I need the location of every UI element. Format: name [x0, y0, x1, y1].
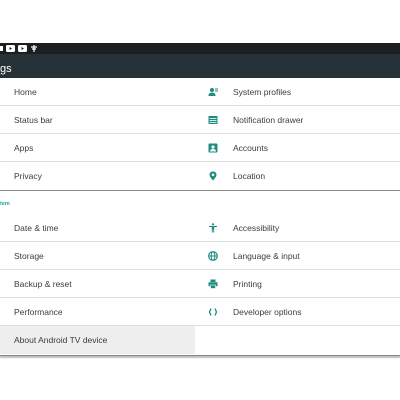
profiles-icon [208, 88, 218, 96]
settings-item-label: Printing [233, 279, 262, 289]
settings-item-backup-reset[interactable]: Backup & reset [0, 270, 195, 298]
row-divider [0, 297, 400, 298]
settings-item-location[interactable]: Location [195, 162, 400, 190]
notification-icon [0, 46, 3, 51]
system-settings-card: tem Date & time Storage Backup & reset P… [0, 191, 400, 356]
row-divider [0, 133, 400, 134]
settings-item-label: System profiles [233, 87, 292, 97]
settings-item-label: Apps [14, 143, 34, 153]
personal-settings-card: Home Status bar Apps Privacy System prof… [0, 78, 400, 191]
settings-item-label: Home [14, 87, 37, 97]
settings-item-label: Performance [14, 307, 63, 317]
row-divider [0, 105, 400, 106]
settings-item-status-bar[interactable]: Status bar [0, 106, 195, 134]
code-braces-icon [208, 308, 218, 316]
row-divider [0, 269, 400, 270]
row-divider [0, 161, 400, 162]
settings-item-label: Date & time [14, 223, 59, 233]
settings-item-accessibility[interactable]: Accessibility [195, 214, 400, 242]
status-bar [0, 43, 400, 54]
settings-item-system-profiles[interactable]: System profiles [195, 78, 400, 106]
accessibility-icon [209, 223, 217, 233]
row-divider [0, 325, 400, 326]
settings-item-label: Language & input [233, 251, 300, 261]
settings-item-label: Storage [14, 251, 44, 261]
row-divider [0, 241, 400, 242]
settings-item-label: Backup & reset [14, 279, 72, 289]
globe-icon [208, 251, 218, 261]
settings-item-label: Accessibility [233, 223, 280, 233]
section-header: tem [0, 201, 10, 207]
settings-item-performance[interactable]: Performance [0, 298, 195, 326]
settings-item-accounts[interactable]: Accounts [195, 134, 400, 162]
settings-item-printing[interactable]: Printing [195, 270, 400, 298]
settings-item-notification-drawer[interactable]: Notification drawer [195, 106, 400, 134]
toolbar-title: gs [0, 63, 12, 75]
notification-drawer-icon [208, 116, 218, 124]
settings-item-about-device[interactable]: About Android TV device [0, 326, 195, 354]
settings-item-developer-options[interactable]: Developer options [195, 298, 400, 326]
settings-item-label: Status bar [14, 115, 53, 125]
settings-item-label: Accounts [233, 143, 268, 153]
account-box-icon [208, 143, 218, 153]
settings-item-label: Notification drawer [233, 115, 304, 125]
settings-item-label: Privacy [14, 171, 42, 181]
location-pin-icon [209, 171, 217, 181]
youtube-icon [18, 45, 27, 52]
settings-item-language-input[interactable]: Language & input [195, 242, 400, 270]
settings-item-apps[interactable]: Apps [0, 134, 195, 162]
printer-icon [208, 279, 218, 289]
usb-icon [31, 45, 37, 52]
settings-item-date-time[interactable]: Date & time [0, 214, 195, 242]
settings-item-label: About Android TV device [14, 335, 108, 345]
settings-item-storage[interactable]: Storage [0, 242, 195, 270]
settings-item-label: Developer options [233, 307, 302, 317]
youtube-icon [6, 45, 15, 52]
settings-item-label: Location [233, 171, 266, 181]
settings-item-privacy[interactable]: Privacy [0, 162, 195, 190]
settings-item-home[interactable]: Home [0, 78, 195, 106]
